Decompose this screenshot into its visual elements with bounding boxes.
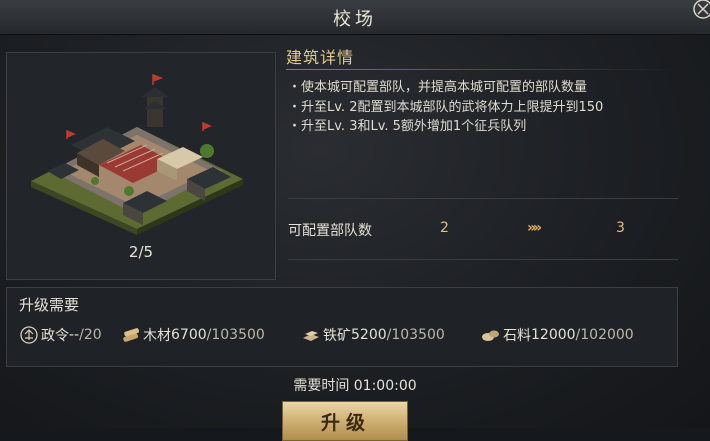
divider bbox=[288, 259, 678, 260]
upgrade-button-label: 升级 bbox=[320, 412, 371, 434]
requirement-iron: 铁矿 5200 /103500 bbox=[301, 324, 445, 346]
description-line: ・使本城可配置部队，并提高本城可配置的部队数量 bbox=[288, 80, 588, 95]
stat-row: 可配置部队数 2 »» 3 bbox=[288, 220, 678, 240]
iron-icon bbox=[303, 331, 319, 341]
description-line: ・升至Lv. 3和Lv. 5额外增加1个征兵队列 bbox=[288, 119, 527, 134]
requirement-stone: 石料 12000 /102000 bbox=[481, 324, 634, 346]
description-line: ・升至Lv. 2配置到本城部队的武将体力上限提升到150 bbox=[288, 99, 604, 115]
requirement-have: -- bbox=[69, 327, 80, 343]
requirement-have: 5200 bbox=[351, 327, 387, 343]
title-bar: 校场 bbox=[0, 0, 710, 35]
upgrade-button[interactable]: 升级 bbox=[282, 401, 408, 441]
description: ・使本城可配置部队，并提高本城可配置的部队数量 ・升至Lv. 2配置到本城部队的… bbox=[288, 78, 678, 199]
upgrade-panel: 校场 2/5 建筑详情 ・使本城可配置部队，并提高本城可配置的部队数量 ・升至L… bbox=[0, 0, 710, 441]
window-title: 校场 bbox=[333, 9, 377, 30]
stat-next-value: 3 bbox=[616, 220, 625, 236]
requirements-box: 升级需要 政令 -- /20 木材 6700 /103500 铁矿 5200 /… bbox=[6, 287, 678, 367]
requirement-need: /102000 bbox=[575, 327, 634, 343]
decree-icon bbox=[20, 326, 38, 344]
requirement-name: 木材 bbox=[143, 328, 171, 344]
wood-icon bbox=[123, 328, 140, 342]
building-level: 2/5 bbox=[128, 243, 154, 261]
requirement-need: /103500 bbox=[206, 327, 265, 343]
requirement-have: 12000 bbox=[531, 327, 576, 343]
divider bbox=[286, 69, 677, 70]
requirement-wood: 木材 6700 /103500 bbox=[121, 324, 265, 346]
stat-current-value: 2 bbox=[440, 220, 449, 236]
chevron-right-icon: »» bbox=[527, 220, 542, 236]
requirement-name: 铁矿 bbox=[323, 328, 351, 344]
requirement-need: /20 bbox=[79, 327, 102, 343]
stat-label: 可配置部队数 bbox=[288, 223, 372, 239]
requirement-name: 石料 bbox=[503, 328, 531, 344]
requirement-need: /103500 bbox=[386, 327, 445, 343]
requirement-decree: 政令 -- /20 bbox=[19, 324, 102, 346]
detail-title: 建筑详情 bbox=[286, 48, 355, 67]
requirement-name: 政令 bbox=[41, 328, 69, 344]
close-icon[interactable] bbox=[692, 0, 710, 20]
requirements-title: 升级需要 bbox=[19, 296, 80, 314]
building-preview: 2/5 bbox=[6, 52, 276, 280]
requirement-have: 6700 bbox=[171, 327, 207, 343]
upgrade-time: 需要时间 01:00:00 bbox=[293, 378, 417, 394]
stone-icon bbox=[482, 330, 499, 341]
